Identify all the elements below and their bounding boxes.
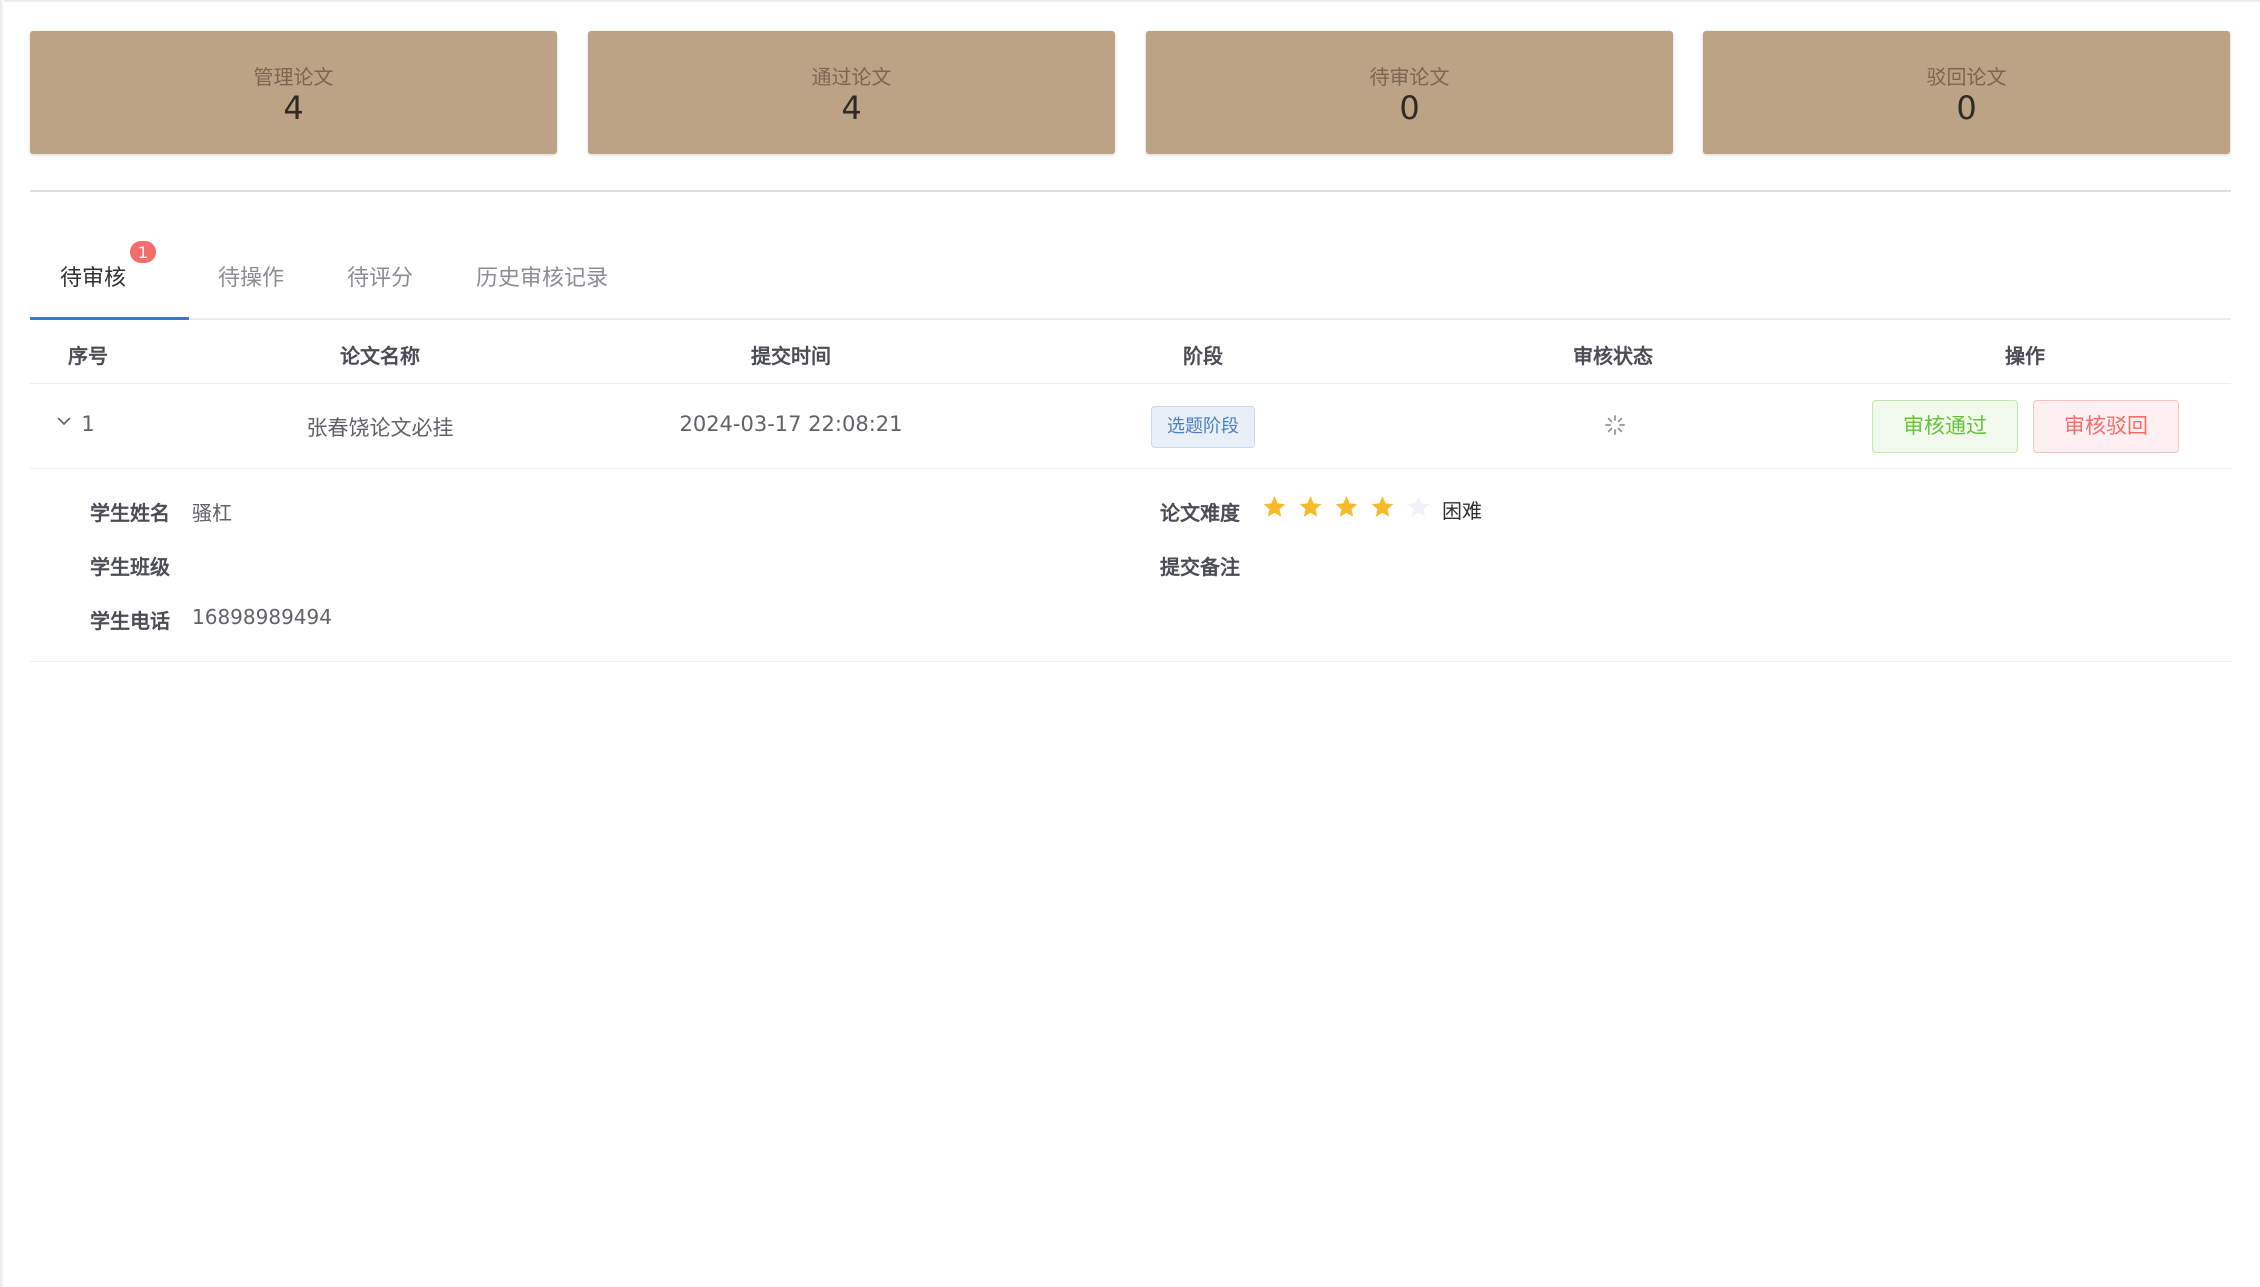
row-submit-time: 2024-03-17 22:08:21 bbox=[679, 412, 903, 436]
tab-pending-score[interactable]: 待评分 bbox=[347, 260, 413, 292]
row-index: 1 bbox=[81, 412, 95, 436]
student-name-value: 骚杠 bbox=[192, 501, 232, 525]
student-phone-value: 16898989494 bbox=[192, 605, 332, 629]
student-name-label: 学生姓名 bbox=[90, 501, 170, 525]
difficulty-rating bbox=[1261, 494, 1441, 520]
tab-label: 待操作 bbox=[218, 266, 285, 291]
table-header: 序号 论文名称 提交时间 阶段 审核状态 操作 bbox=[30, 320, 2231, 384]
stat-card-managed: 管理论文 4 bbox=[30, 31, 557, 154]
column-header-status: 审核状态 bbox=[1573, 344, 1653, 368]
tab-pending-review[interactable]: 待审核 bbox=[60, 260, 126, 292]
tab-label: 待审核 bbox=[60, 266, 127, 291]
star-icon bbox=[1263, 496, 1286, 517]
stat-label: 待审论文 bbox=[1369, 65, 1450, 89]
tab-badge: 1 bbox=[129, 240, 157, 264]
tab-bar: 待审核 1 待操作 待评分 历史审核记录 bbox=[30, 240, 2231, 320]
student-phone-label: 学生电话 bbox=[90, 609, 170, 633]
column-header-title: 论文名称 bbox=[340, 344, 420, 368]
stat-label: 通过论文 bbox=[811, 65, 892, 89]
star-icon bbox=[1299, 496, 1322, 517]
student-class-label: 学生班级 bbox=[90, 555, 170, 579]
main-content: 管理论文 4 通过论文 4 待审论文 0 驳回论文 0 待审核 1 待操作 待评… bbox=[30, 0, 2231, 1287]
stat-label: 驳回论文 bbox=[1926, 65, 2007, 89]
difficulty-label: 论文难度 bbox=[1160, 501, 1240, 525]
stat-label: 管理论文 bbox=[253, 65, 334, 89]
stat-value: 4 bbox=[841, 89, 862, 127]
star-icon bbox=[1371, 496, 1394, 517]
stat-card-rejected: 驳回论文 0 bbox=[1703, 31, 2230, 154]
tab-label: 历史审核记录 bbox=[476, 266, 609, 291]
stat-card-passed: 通过论文 4 bbox=[588, 31, 1115, 154]
stat-value: 0 bbox=[1399, 89, 1420, 127]
tab-review-history[interactable]: 历史审核记录 bbox=[476, 260, 608, 292]
column-header-actions: 操作 bbox=[2005, 344, 2045, 368]
star-icon bbox=[1407, 496, 1430, 517]
column-header-index: 序号 bbox=[68, 344, 108, 368]
tab-pending-operation[interactable]: 待操作 bbox=[218, 260, 284, 292]
row-expanded-detail: 学生姓名 骚杠 学生班级 学生电话 16898989494 论文难度 困难 提交… bbox=[30, 470, 2231, 662]
loading-icon bbox=[1605, 415, 1625, 435]
section-divider bbox=[30, 190, 2231, 192]
table-row: 1 张春饶论文必挂 2024-03-17 22:08:21 选题阶段 审核通过 … bbox=[30, 385, 2231, 469]
difficulty-text: 困难 bbox=[1442, 499, 1482, 523]
stat-value: 4 bbox=[283, 89, 304, 127]
reject-button[interactable]: 审核驳回 bbox=[2033, 400, 2179, 453]
row-title: 张春饶论文必挂 bbox=[306, 416, 454, 440]
column-header-submit-time: 提交时间 bbox=[751, 344, 831, 368]
stat-card-pending: 待审论文 0 bbox=[1146, 31, 1673, 154]
stats-panel: 管理论文 4 通过论文 4 待审论文 0 驳回论文 0 bbox=[30, 31, 2231, 154]
tab-label: 待评分 bbox=[347, 266, 414, 291]
stat-value: 0 bbox=[1956, 89, 1977, 127]
star-icon bbox=[1335, 496, 1358, 517]
stage-tag: 选题阶段 bbox=[1151, 406, 1255, 448]
column-header-stage: 阶段 bbox=[1183, 344, 1223, 368]
remark-label: 提交备注 bbox=[1160, 555, 1240, 579]
approve-button[interactable]: 审核通过 bbox=[1872, 400, 2018, 453]
